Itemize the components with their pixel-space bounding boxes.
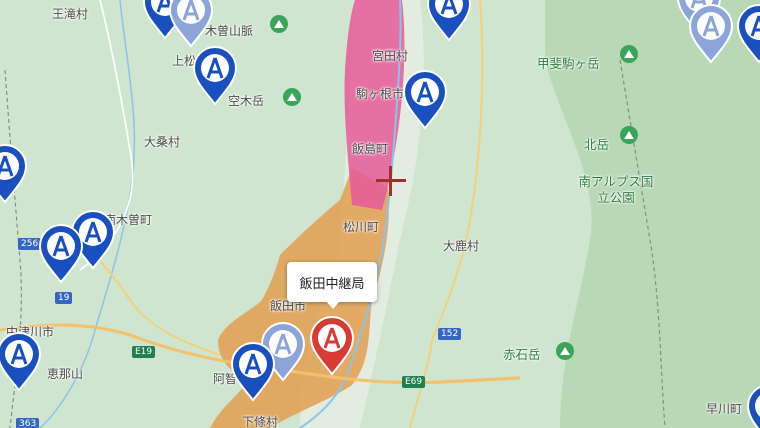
transmitter-pin-icon[interactable]: [0, 144, 30, 204]
transmitter-pin-icon[interactable]: [166, 0, 216, 48]
road-19: 19: [55, 292, 73, 304]
label-shimojo: 下條村: [242, 415, 279, 428]
peak-icon: [556, 342, 574, 360]
transmitter-pin-icon[interactable]: [228, 342, 278, 402]
station-popup[interactable]: 飯田中継局: [287, 262, 377, 309]
label-hayakawa: 早川町: [706, 402, 743, 416]
transmitter-pin-icon[interactable]: [424, 0, 474, 42]
label-matsukawa: 松川町: [343, 220, 380, 234]
peak-icon: [620, 45, 638, 63]
road-363: 363: [16, 418, 40, 428]
label-kitadake: 北岳: [584, 137, 610, 152]
peak-icon: [620, 126, 638, 144]
crosshair-icon: [376, 166, 406, 196]
label-minami-alps: 南アルプス国立公園: [578, 174, 654, 205]
label-okuwa: 大桑村: [144, 135, 181, 149]
label-oshika: 大鹿村: [443, 239, 480, 253]
transmitter-pin-icon[interactable]: [686, 4, 736, 64]
road-152: 152: [438, 328, 462, 340]
label-enasan: 恵那山: [47, 367, 84, 381]
transmitter-pin-icon[interactable]: [400, 70, 450, 130]
transmitter-pin-icon[interactable]: [734, 4, 760, 64]
label-iijima: 飯島町: [352, 142, 389, 156]
selected-transmitter-pin-icon[interactable]: [307, 316, 357, 376]
transmitter-pin-icon[interactable]: [36, 224, 86, 284]
label-miyada: 宮田村: [372, 49, 409, 63]
map-view[interactable]: 王滝村 木曽山脈 上松 空木岳 宮田村 駒ヶ根市 飯島町 大桑村 松川町 南木曽…: [0, 0, 760, 428]
station-popup-title: 飯田中継局: [299, 276, 365, 292]
label-ootaki: 王滝村: [52, 7, 89, 21]
peak-icon: [270, 15, 288, 33]
road-e19: E19: [132, 346, 156, 358]
transmitter-pin-icon[interactable]: [0, 332, 44, 392]
road-e69: E69: [402, 376, 426, 388]
label-kaikomagatake: 甲斐駒ヶ岳: [537, 56, 600, 71]
peak-icon: [283, 88, 301, 106]
label-akaishidake: 赤石岳: [503, 347, 541, 362]
transmitter-pin-icon[interactable]: [190, 46, 240, 106]
transmitter-pin-icon[interactable]: [744, 384, 760, 428]
label-komagane: 駒ヶ根市: [356, 87, 405, 101]
